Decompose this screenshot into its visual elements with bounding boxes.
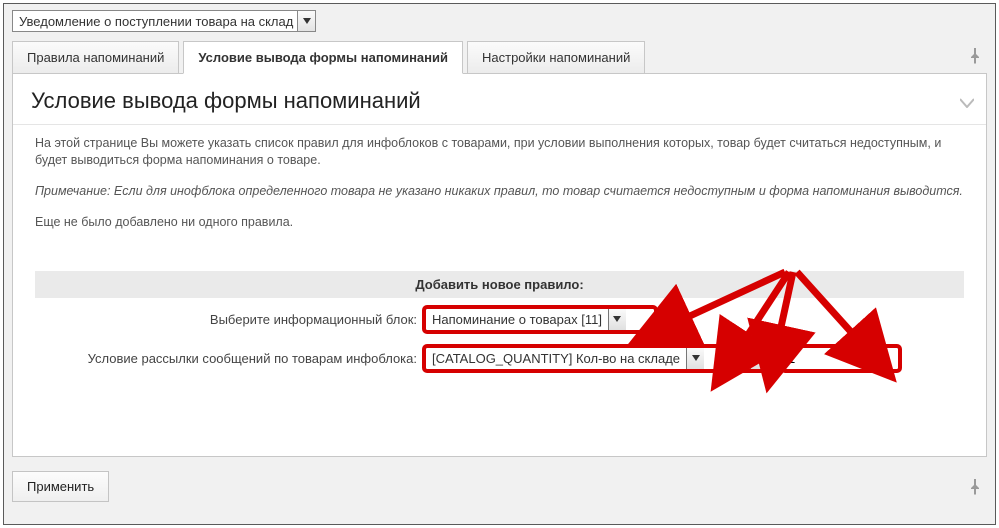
panel: Условие вывода формы напоминаний На этой…: [12, 73, 987, 457]
tab-conditions[interactable]: Условие вывода формы напоминаний: [183, 41, 463, 74]
label-condition: Условие рассылки сообщений по товарам ин…: [35, 351, 425, 366]
tab-rules[interactable]: Правила напоминаний: [12, 41, 179, 74]
select-condition-value: [CATALOG_QUANTITY] Кол-во на складе: [432, 351, 686, 366]
tabs-row: Правила напоминаний Условие вывода формы…: [4, 40, 995, 73]
info-none: Еще не было добавлено ни одного правила.: [35, 214, 964, 231]
chevron-down-icon[interactable]: [686, 348, 704, 369]
info-block: На этой странице Вы можете указать списо…: [13, 125, 986, 249]
tab-conditions-label: Условие вывода формы напоминаний: [198, 50, 448, 65]
pin-icon[interactable]: [969, 479, 981, 498]
row-condition: Условие рассылки сообщений по товарам ин…: [35, 341, 964, 376]
chevron-down-icon[interactable]: [608, 309, 626, 330]
select-operator[interactable]: <: [729, 347, 775, 370]
field-condition-area: [CATALOG_QUANTITY] Кол-во на складе <: [425, 347, 899, 370]
tab-rules-label: Правила напоминаний: [27, 50, 164, 65]
panel-title-row: Условие вывода формы напоминаний: [13, 74, 986, 125]
field-iblock-area: Напоминание о товарах [11]: [425, 308, 655, 331]
select-iblock[interactable]: Напоминание о товарах [11]: [425, 308, 655, 331]
chevron-down-icon[interactable]: [297, 11, 315, 31]
info-note: Примечание: Если для инофблока определен…: [35, 183, 964, 200]
main-container: Уведомление о поступлении товара на скла…: [3, 3, 996, 525]
select-operator-value: <: [736, 351, 750, 366]
tab-settings[interactable]: Настройки напоминаний: [467, 41, 645, 74]
select-iblock-value: Напоминание о товарах [11]: [432, 312, 608, 327]
mailing-select[interactable]: Уведомление о поступлении товара на скла…: [12, 10, 316, 32]
pin-icon[interactable]: [969, 48, 981, 67]
tab-settings-label: Настройки напоминаний: [482, 50, 630, 65]
add-rule-heading: Добавить новое правило:: [35, 271, 964, 298]
apply-wrap: Применить: [4, 465, 995, 510]
info-p1: На этой странице Вы можете указать списо…: [35, 135, 964, 169]
mailing-select-value: Уведомление о поступлении товара на скла…: [19, 14, 297, 29]
top-select-wrap: Уведомление о поступлении товара на скла…: [4, 4, 995, 40]
label-iblock: Выберите информационный блок:: [35, 312, 425, 327]
apply-button[interactable]: Применить: [12, 471, 109, 502]
panel-title: Условие вывода формы напоминаний: [31, 88, 421, 113]
collapse-icon[interactable]: [960, 88, 974, 114]
row-iblock: Выберите информационный блок: Напоминани…: [35, 302, 964, 337]
apply-button-label: Применить: [27, 479, 94, 494]
input-value[interactable]: [783, 347, 899, 370]
select-condition[interactable]: [CATALOG_QUANTITY] Кол-во на складе: [425, 347, 721, 370]
chevron-down-icon[interactable]: [750, 348, 768, 369]
